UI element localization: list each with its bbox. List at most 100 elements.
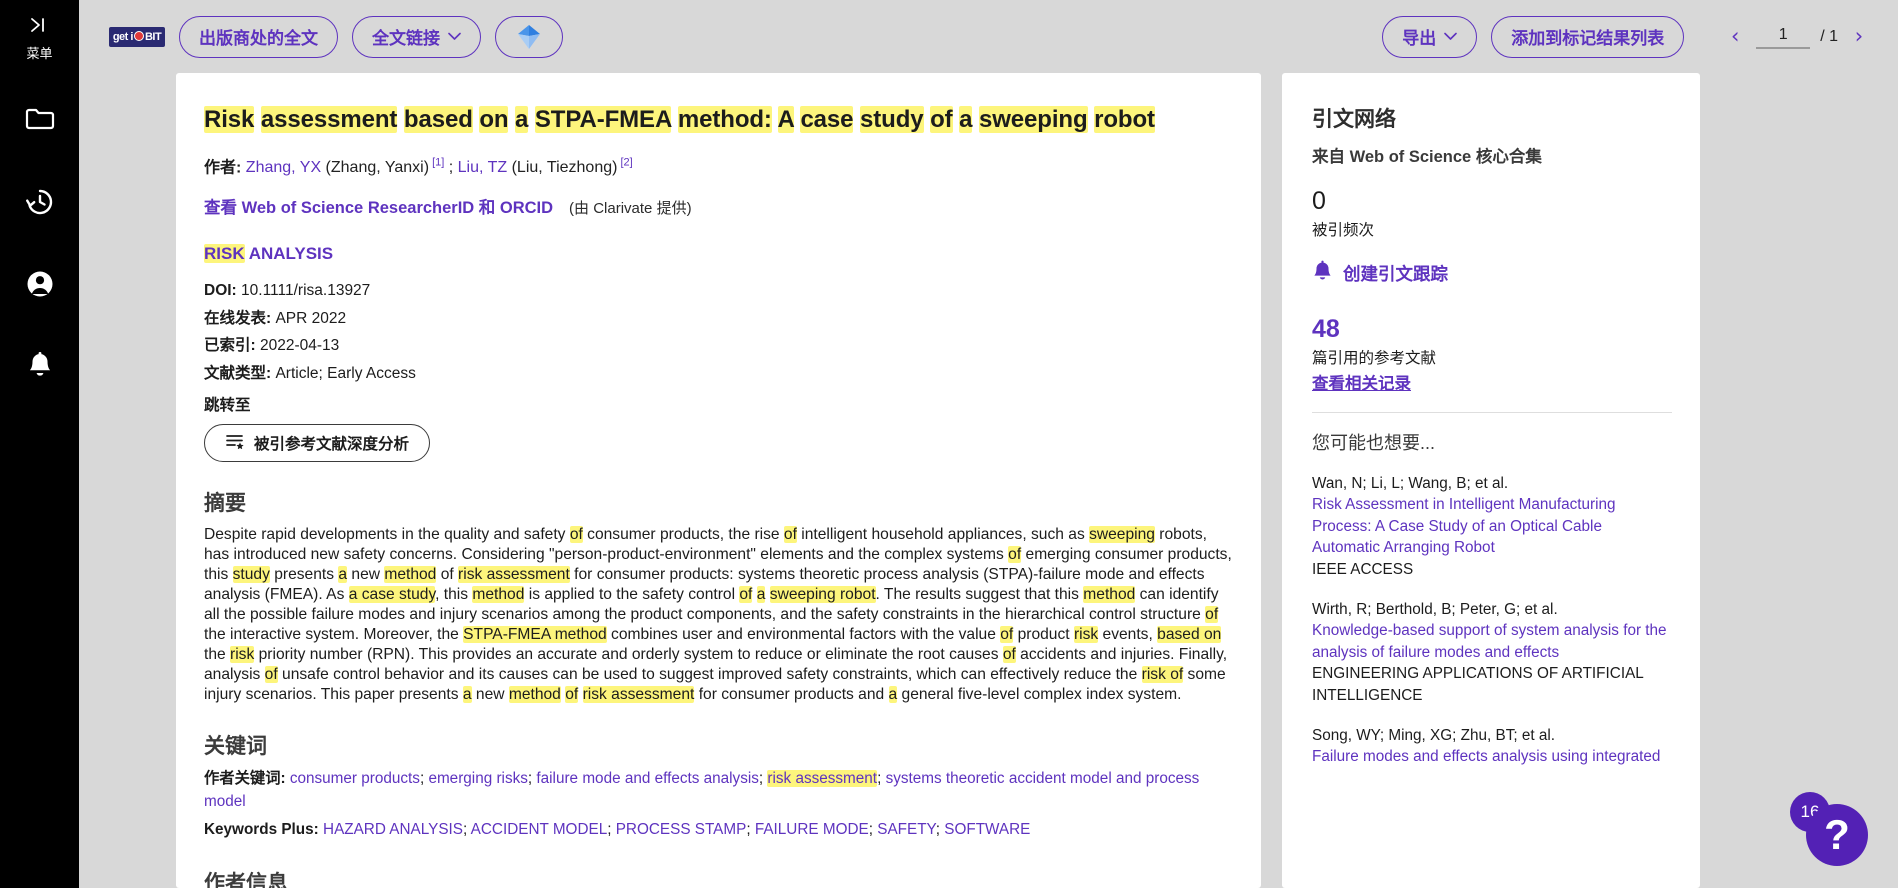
- author-affiliation-ref[interactable]: [2]: [617, 157, 632, 169]
- kopernio-gem-button[interactable]: [495, 15, 563, 58]
- highlighted-term: of: [739, 586, 753, 604]
- pager-total-label: / 1: [1820, 27, 1838, 45]
- metadata-row: DOI: 10.1111/risa.13927: [204, 280, 1233, 302]
- highlighted-term: a: [888, 685, 898, 703]
- highlighted-term: of: [1008, 546, 1022, 564]
- orcid-link-strong: 查看: [204, 199, 237, 218]
- author-link[interactable]: Liu, TZ: [458, 159, 508, 176]
- highlighted-term: of: [930, 106, 953, 133]
- bell-icon[interactable]: [0, 330, 79, 402]
- content-region: get i BIT 出版商处的全文 全文链接 导出 添加到标记结果列表 ‹ 1 …: [79, 0, 1898, 888]
- author-affiliation-ref[interactable]: [1]: [429, 157, 444, 169]
- keywords-plus-list: HAZARD ANALYSIS; ACCIDENT MODEL; PROCESS…: [323, 821, 1030, 838]
- pager-prev-button[interactable]: ‹: [1724, 26, 1746, 47]
- sidebar-divider: [1312, 412, 1672, 413]
- help-button[interactable]: 16 ?: [1790, 788, 1868, 866]
- highlighted-term: assessment: [260, 106, 398, 133]
- text-run: . The results suggest that this: [875, 586, 1084, 604]
- text-run: unsafe control behavior and its causes c…: [277, 665, 1142, 683]
- highlighted-term: a: [959, 106, 973, 133]
- author-keyword-link[interactable]: failure mode and effects analysis: [536, 770, 759, 787]
- create-citation-alert-button[interactable]: 创建引文跟踪: [1312, 260, 1672, 287]
- recommendation-authors: Wirth, R; Berthold, B; Peter, G; et al.: [1312, 601, 1558, 619]
- highlighted-term: of: [565, 685, 579, 703]
- keywords-plus-label: Keywords Plus:: [204, 820, 319, 838]
- recommendation-authors: Wan, N; Li, L; Wang, B; et al.: [1312, 475, 1509, 492]
- highlighted-term: study: [860, 106, 924, 133]
- pager-page-input[interactable]: [1756, 24, 1811, 49]
- author-link[interactable]: Zhang, YX: [246, 159, 321, 176]
- keywords-plus-link[interactable]: SAFETY: [877, 821, 936, 838]
- highlighted-term: method:: [677, 106, 772, 133]
- author-full-name: (Zhang, Yanxi): [321, 159, 430, 177]
- highlighted-term: of: [1205, 606, 1219, 624]
- cited-references-deep-analysis-button[interactable]: 被引参考文献深度分析: [204, 424, 431, 463]
- export-label: 导出: [1402, 29, 1437, 48]
- page-root: 菜单 get i BIT 出版商处的全文 全文链接 导出 添加到标记结果列表 ‹…: [0, 0, 1898, 888]
- journal-name[interactable]: RISK ANALYSIS: [204, 244, 1233, 264]
- add-to-marked-list-button[interactable]: 添加到标记结果列表: [1491, 15, 1685, 58]
- add-to-marked-list-label: 添加到标记结果列表: [1511, 29, 1665, 48]
- record-main-card: Risk assessment based on a STPA-FMEA met…: [176, 73, 1261, 888]
- text-run: [972, 106, 979, 133]
- highlighted-term: method: [1083, 586, 1136, 604]
- orcid-link-rest: Web of Science ResearcherID 和 ORCID: [237, 199, 554, 218]
- fulltext-links-button[interactable]: 全文链接: [352, 15, 481, 58]
- keywords-plus-link[interactable]: HAZARD ANALYSIS: [323, 821, 463, 838]
- text-run: general five-level complex index system.: [897, 685, 1182, 703]
- text-run: new: [471, 685, 509, 703]
- recommendation-title-link[interactable]: Risk Assessment in Intelligent Manufactu…: [1312, 494, 1672, 558]
- profile-icon[interactable]: [0, 248, 79, 320]
- highlighted-term: on: [479, 106, 509, 133]
- highlighted-term: of: [1000, 625, 1014, 643]
- author-keyword-link[interactable]: consumer products: [290, 770, 420, 787]
- highlighted-term: sweeping: [1089, 526, 1155, 544]
- logo-dot-icon: [133, 30, 144, 41]
- highlighted-term: a case study: [348, 586, 436, 604]
- history-icon[interactable]: [0, 166, 79, 238]
- publisher-fulltext-button[interactable]: 出版商处的全文: [179, 15, 338, 58]
- abstract-text: Despite rapid developments in the qualit…: [204, 525, 1233, 705]
- author-keywords-line: 作者关键词: consumer products; emerging risks…: [204, 768, 1233, 814]
- keyword-separator: ;: [463, 820, 471, 838]
- metadata-label: 已索引:: [204, 337, 260, 355]
- highlighted-term: A: [777, 106, 794, 133]
- export-button[interactable]: 导出: [1382, 15, 1478, 58]
- author-full-name: (Liu, Tiezhong): [507, 159, 618, 177]
- text-run: new: [347, 566, 385, 584]
- recommendation-title-link[interactable]: Knowledge-based support of system analys…: [1312, 620, 1672, 663]
- folder-icon[interactable]: [0, 84, 79, 156]
- authors-label: 作者:: [204, 159, 242, 177]
- recommendation-title-link[interactable]: Failure modes and effects analysis using…: [1312, 746, 1672, 767]
- recommendation-item: Wan, N; Li, L; Wang, B; et al. Risk Asses…: [1312, 473, 1672, 580]
- metadata-value: Article; Early Access: [275, 364, 416, 382]
- view-related-records-link[interactable]: 查看相关记录: [1312, 370, 1411, 394]
- keywords-plus-link[interactable]: PROCESS STAMP: [616, 821, 747, 838]
- author-separator: ;: [444, 159, 458, 177]
- record-toolbar: get i BIT 出版商处的全文 全文链接 导出 添加到标记结果列表 ‹ 1 …: [79, 0, 1898, 73]
- keywords-plus-link[interactable]: SOFTWARE: [944, 821, 1030, 838]
- keyword-separator: ;: [935, 820, 945, 838]
- logo-bit-text: BIT: [144, 30, 162, 43]
- highlighted-term: study: [232, 566, 270, 584]
- view-researcherid-orcid-link[interactable]: 查看 Web of Science ResearcherID 和 ORCID: [204, 199, 553, 217]
- get-it-bit-logo[interactable]: get i BIT: [109, 26, 165, 47]
- author-keyword-link[interactable]: emerging risks: [428, 770, 527, 787]
- author-keyword-link[interactable]: risk assessment: [767, 769, 878, 787]
- orcid-provider-note: (由 Clarivate 提供): [569, 200, 692, 218]
- text-run: presents: [269, 566, 339, 584]
- text-run: , this: [435, 586, 473, 604]
- highlighted-term: method: [384, 566, 437, 584]
- expand-sidebar-icon[interactable]: [28, 16, 50, 38]
- keywords-plus-link[interactable]: FAILURE MODE: [755, 821, 869, 838]
- pager-next-button[interactable]: ›: [1848, 26, 1870, 47]
- text-run: intelligent household appliances, such a…: [796, 526, 1090, 544]
- text-run: [254, 106, 261, 133]
- rail-menu-toggle[interactable]: 菜单: [26, 16, 53, 62]
- chevron-down-icon: [1444, 30, 1458, 44]
- metadata-label: 文献类型:: [204, 364, 276, 382]
- toolbar-left-group: get i BIT 出版商处的全文 全文链接: [109, 15, 563, 58]
- author-keywords-label: 作者关键词:: [204, 769, 286, 787]
- highlighted-term: a: [462, 685, 472, 703]
- keywords-plus-link[interactable]: ACCIDENT MODEL: [471, 821, 608, 838]
